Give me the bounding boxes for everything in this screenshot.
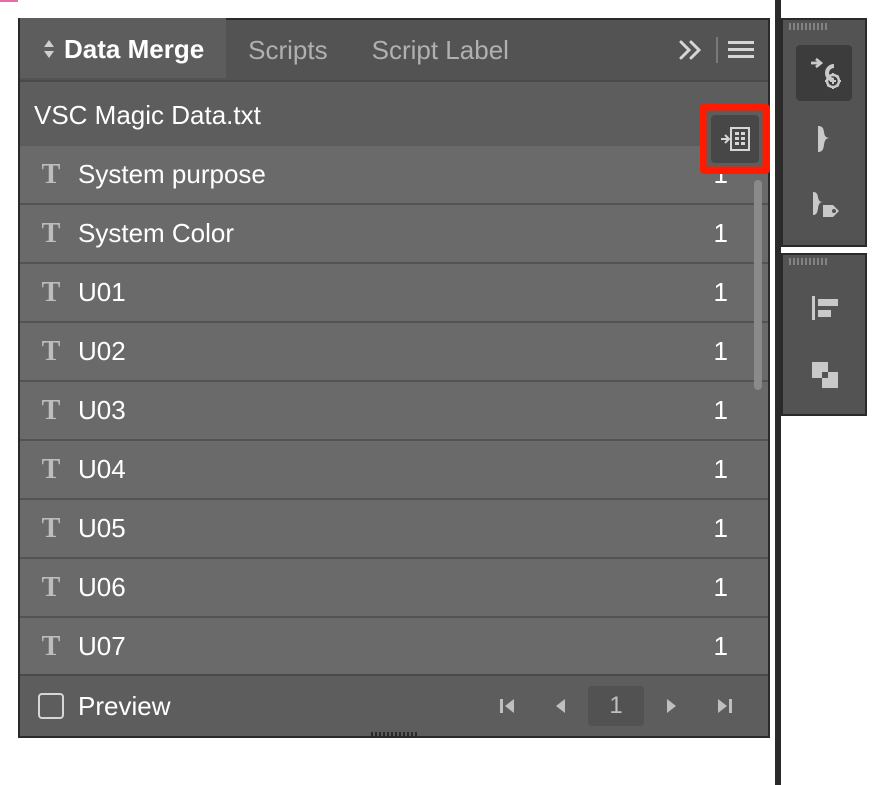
dock-scripts-button[interactable] xyxy=(796,111,852,167)
text-field-icon: T xyxy=(34,631,68,663)
field-row[interactable]: T U01 1 xyxy=(20,264,768,323)
field-row[interactable]: T U07 1 xyxy=(20,618,768,676)
scrollbar-thumb[interactable] xyxy=(754,180,762,390)
record-pager: 1 xyxy=(484,686,768,726)
tab-label: Data Merge xyxy=(64,34,204,65)
field-row[interactable]: T U03 1 xyxy=(20,382,768,441)
field-row[interactable]: T System purpose 1 xyxy=(20,146,768,205)
text-field-icon: T xyxy=(34,159,68,191)
dock-pathfinder-button[interactable] xyxy=(796,346,852,402)
panel-tabstrip: Data Merge Scripts Script Label xyxy=(20,20,768,80)
preview-checkbox[interactable] xyxy=(38,693,64,719)
prev-record-button[interactable] xyxy=(536,686,584,726)
text-field-icon: T xyxy=(34,572,68,604)
record-number-field[interactable]: 1 xyxy=(588,686,644,726)
field-row[interactable]: T U05 1 xyxy=(20,500,768,559)
field-list: T System purpose 1 T System Color 1 T U0… xyxy=(20,146,768,676)
right-dock xyxy=(781,18,867,422)
field-name: System Color xyxy=(78,218,714,249)
tab-scripts[interactable]: Scripts xyxy=(226,20,349,80)
first-page-icon xyxy=(498,696,518,716)
scripts-dock-icon xyxy=(810,122,838,156)
field-name: System purpose xyxy=(78,159,714,190)
field-name: U02 xyxy=(78,336,714,367)
collapse-panel-button[interactable] xyxy=(678,40,706,60)
pathfinder-dock-icon xyxy=(808,358,840,390)
text-field-icon: T xyxy=(34,336,68,368)
next-page-icon xyxy=(664,696,680,716)
panel-footer: Preview 1 xyxy=(20,674,768,736)
data-source-filename: VSC Magic Data.txt xyxy=(34,100,261,131)
data-source-row: VSC Magic Data.txt xyxy=(20,80,768,148)
create-merged-document-icon xyxy=(719,126,751,152)
field-count: 1 xyxy=(714,277,728,308)
field-name: U04 xyxy=(78,454,714,485)
data-merge-panel: Data Merge Scripts Script Label VSC Mag xyxy=(18,18,770,738)
create-merged-document-button[interactable] xyxy=(711,115,759,163)
tab-data-merge[interactable]: Data Merge xyxy=(20,18,226,78)
dock-grip[interactable] xyxy=(783,20,865,35)
field-count: 1 xyxy=(714,454,728,485)
tab-label: Scripts xyxy=(248,35,327,66)
tab-label: Script Label xyxy=(372,35,509,66)
align-dock-icon xyxy=(808,294,840,322)
field-count: 1 xyxy=(714,631,728,662)
field-row[interactable]: T U04 1 xyxy=(20,441,768,500)
first-record-button[interactable] xyxy=(484,686,532,726)
next-record-button[interactable] xyxy=(648,686,696,726)
dock-align-button[interactable] xyxy=(796,280,852,336)
dock-script-label-button[interactable] xyxy=(796,177,852,233)
field-count: 1 xyxy=(714,572,728,603)
field-name: U01 xyxy=(78,277,714,308)
field-count: 1 xyxy=(714,513,728,544)
create-merged-document-highlight xyxy=(700,104,770,174)
field-name: U03 xyxy=(78,395,714,426)
field-count: 1 xyxy=(714,395,728,426)
divider xyxy=(716,37,718,63)
text-field-icon: T xyxy=(34,277,68,309)
tab-script-label[interactable]: Script Label xyxy=(350,20,531,80)
field-row[interactable]: T U06 1 xyxy=(20,559,768,618)
field-name: U07 xyxy=(78,631,714,662)
dock-group-1 xyxy=(781,18,867,247)
dock-grip[interactable] xyxy=(783,255,865,270)
text-field-icon: T xyxy=(34,513,68,545)
text-field-icon: T xyxy=(34,454,68,486)
text-field-icon: T xyxy=(34,218,68,250)
field-count: 1 xyxy=(714,336,728,367)
panel-resize-grip[interactable] xyxy=(354,732,434,738)
script-label-dock-icon xyxy=(807,189,841,221)
panel-menu-button[interactable] xyxy=(728,40,754,60)
field-count: 1 xyxy=(714,218,728,249)
field-name: U05 xyxy=(78,513,714,544)
decorative-line xyxy=(0,0,18,2)
last-record-button[interactable] xyxy=(700,686,748,726)
field-row[interactable]: T System Color 1 xyxy=(20,205,768,264)
dock-data-merge-button[interactable] xyxy=(796,45,852,101)
field-name: U06 xyxy=(78,572,714,603)
sort-icon xyxy=(42,38,56,60)
field-row[interactable]: T U02 1 xyxy=(20,323,768,382)
dock-group-2 xyxy=(781,253,867,416)
text-field-icon: T xyxy=(34,395,68,427)
preview-label: Preview xyxy=(78,691,170,722)
prev-page-icon xyxy=(552,696,568,716)
data-merge-dock-icon xyxy=(807,57,841,89)
last-page-icon xyxy=(714,696,734,716)
